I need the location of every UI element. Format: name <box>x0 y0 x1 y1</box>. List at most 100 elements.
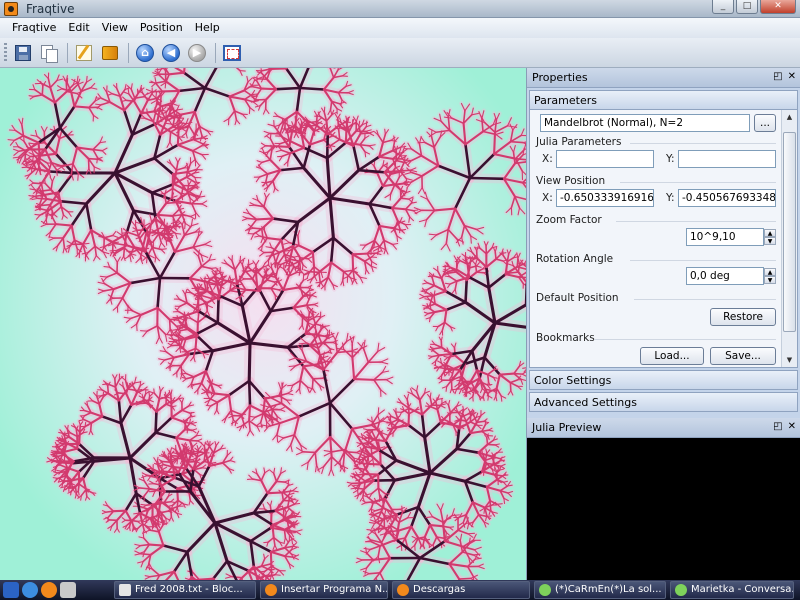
taskbar-item[interactable]: Insertar Programa N... <box>260 581 388 599</box>
fractal-view[interactable] <box>0 68 526 580</box>
save-button[interactable] <box>11 41 35 65</box>
julia-parameters-label: Julia Parameters <box>536 136 622 148</box>
save-icon <box>15 44 31 61</box>
ie-icon[interactable] <box>22 582 38 598</box>
spin-down-icon[interactable]: ▼ <box>764 237 776 245</box>
scroll-up-icon[interactable]: ▲ <box>782 110 797 124</box>
menu-edit[interactable]: Edit <box>62 18 95 38</box>
group-divider <box>630 143 776 144</box>
forward-button[interactable]: ▶ <box>185 41 209 65</box>
box-button[interactable] <box>98 41 122 65</box>
menu-fraqtive[interactable]: Fraqtive <box>6 18 62 38</box>
spin-up-icon[interactable]: ▲ <box>764 268 776 276</box>
home-button[interactable]: ⌂ <box>133 41 157 65</box>
parameters-section-header[interactable]: Parameters <box>529 90 798 110</box>
fullscreen-button[interactable] <box>220 41 244 65</box>
edit-icon <box>76 44 92 61</box>
messenger-icon[interactable] <box>3 582 19 598</box>
toolbar-separator <box>67 42 68 63</box>
fullscreen-icon <box>223 44 241 61</box>
menu-view[interactable]: View <box>96 18 134 38</box>
messenger-icon <box>675 584 687 596</box>
float-icon[interactable]: ◰ <box>773 421 782 432</box>
julia-x-label: X: <box>542 153 553 165</box>
julia-x-input[interactable] <box>556 150 654 168</box>
properties-panel: Properties ◰ ✕ Parameters Mandelbrot (No… <box>526 68 800 580</box>
toolbar-handle[interactable] <box>4 42 7 63</box>
fractal-glow <box>5 68 526 580</box>
taskbar-item[interactable]: Descargas <box>392 581 530 599</box>
forward-icon: ▶ <box>188 43 206 62</box>
parameters-scrollbar[interactable]: ▲ ▼ <box>781 110 797 367</box>
edit-gradient-button[interactable] <box>72 41 96 65</box>
messenger-icon <box>539 584 551 596</box>
copy-button[interactable] <box>37 41 61 65</box>
group-divider <box>620 182 776 183</box>
taskbar-item[interactable]: (*)CaRmEn(*)La sol... <box>534 581 666 599</box>
close-icon[interactable]: ✕ <box>788 421 796 432</box>
julia-preview-dock-header: Julia Preview ◰ ✕ <box>527 418 800 438</box>
spin-down-icon[interactable]: ▼ <box>764 276 776 284</box>
app-quick-icon[interactable] <box>60 582 76 598</box>
menu-help[interactable]: Help <box>189 18 226 38</box>
notepad-icon <box>119 584 131 596</box>
view-x-input[interactable]: -0.65033391691688 <box>556 189 654 207</box>
julia-y-input[interactable] <box>678 150 776 168</box>
back-button[interactable]: ◀ <box>159 41 183 65</box>
zoom-factor-label: Zoom Factor <box>536 214 602 226</box>
properties-title: Properties <box>532 71 588 84</box>
julia-preview-title: Julia Preview <box>532 421 602 434</box>
group-divider <box>594 339 776 340</box>
scroll-down-icon[interactable]: ▼ <box>782 353 797 367</box>
fractal-type-field[interactable]: Mandelbrot (Normal), N=2 <box>540 114 750 132</box>
taskbar-item[interactable]: Marietka - Conversa... <box>670 581 794 599</box>
fractal-image <box>5 68 526 580</box>
rotation-angle-label: Rotation Angle <box>536 253 614 265</box>
close-icon[interactable]: ✕ <box>788 71 796 82</box>
julia-y-label: Y: <box>666 153 675 165</box>
scroll-thumb[interactable] <box>783 132 796 332</box>
default-position-label: Default Position <box>536 292 619 304</box>
home-icon: ⌂ <box>136 43 154 62</box>
zoom-factor-input[interactable]: 10^9,10 <box>686 228 764 246</box>
firefox-icon <box>397 584 409 596</box>
firefox-icon[interactable] <box>41 582 57 598</box>
fractal-type-more-button[interactable]: ... <box>754 114 776 132</box>
taskbar-item[interactable]: Fred 2008.txt - Bloc... <box>114 581 256 599</box>
taskbar: Fred 2008.txt - Bloc... Insertar Program… <box>0 580 800 600</box>
advanced-settings-header[interactable]: Advanced Settings <box>529 392 798 412</box>
box-icon <box>102 45 118 60</box>
firefox-icon <box>265 584 277 596</box>
save-bookmarks-button[interactable]: Save... <box>710 347 776 365</box>
maximize-button[interactable]: □ <box>736 0 758 14</box>
group-divider <box>616 221 776 222</box>
toolbar: ⌂ ◀ ▶ <box>0 38 800 68</box>
rotation-angle-input[interactable]: 0,0 deg <box>686 267 764 285</box>
view-x-label: X: <box>542 192 553 204</box>
window-title: Fraqtive <box>26 2 75 16</box>
title-bar: Fraqtive _ □ ✕ <box>0 0 800 18</box>
view-y-input[interactable]: -0.45056769334802 <box>678 189 776 207</box>
toolbar-separator <box>215 42 216 63</box>
group-divider <box>630 260 776 261</box>
color-settings-header[interactable]: Color Settings <box>529 370 798 390</box>
close-button[interactable]: ✕ <box>760 0 796 14</box>
properties-dock-header: Properties ◰ ✕ <box>527 68 800 88</box>
menu-position[interactable]: Position <box>134 18 189 38</box>
rotation-spinner[interactable]: ▲ ▼ <box>764 268 776 284</box>
parameters-section: Mandelbrot (Normal), N=2 ... Julia Param… <box>529 110 798 368</box>
julia-preview[interactable] <box>527 438 800 580</box>
copy-icon <box>41 44 58 63</box>
menu-bar: Fraqtive Edit View Position Help <box>0 18 800 38</box>
spin-up-icon[interactable]: ▲ <box>764 229 776 237</box>
load-bookmarks-button[interactable]: Load... <box>640 347 704 365</box>
toolbar-separator <box>128 42 129 63</box>
view-position-label: View Position <box>536 175 606 187</box>
minimize-button[interactable]: _ <box>712 0 734 14</box>
group-divider <box>634 299 776 300</box>
back-icon: ◀ <box>162 43 180 62</box>
zoom-spinner[interactable]: ▲ ▼ <box>764 229 776 245</box>
bookmarks-label: Bookmarks <box>536 332 595 344</box>
float-icon[interactable]: ◰ <box>773 71 782 82</box>
restore-button[interactable]: Restore <box>710 308 776 326</box>
